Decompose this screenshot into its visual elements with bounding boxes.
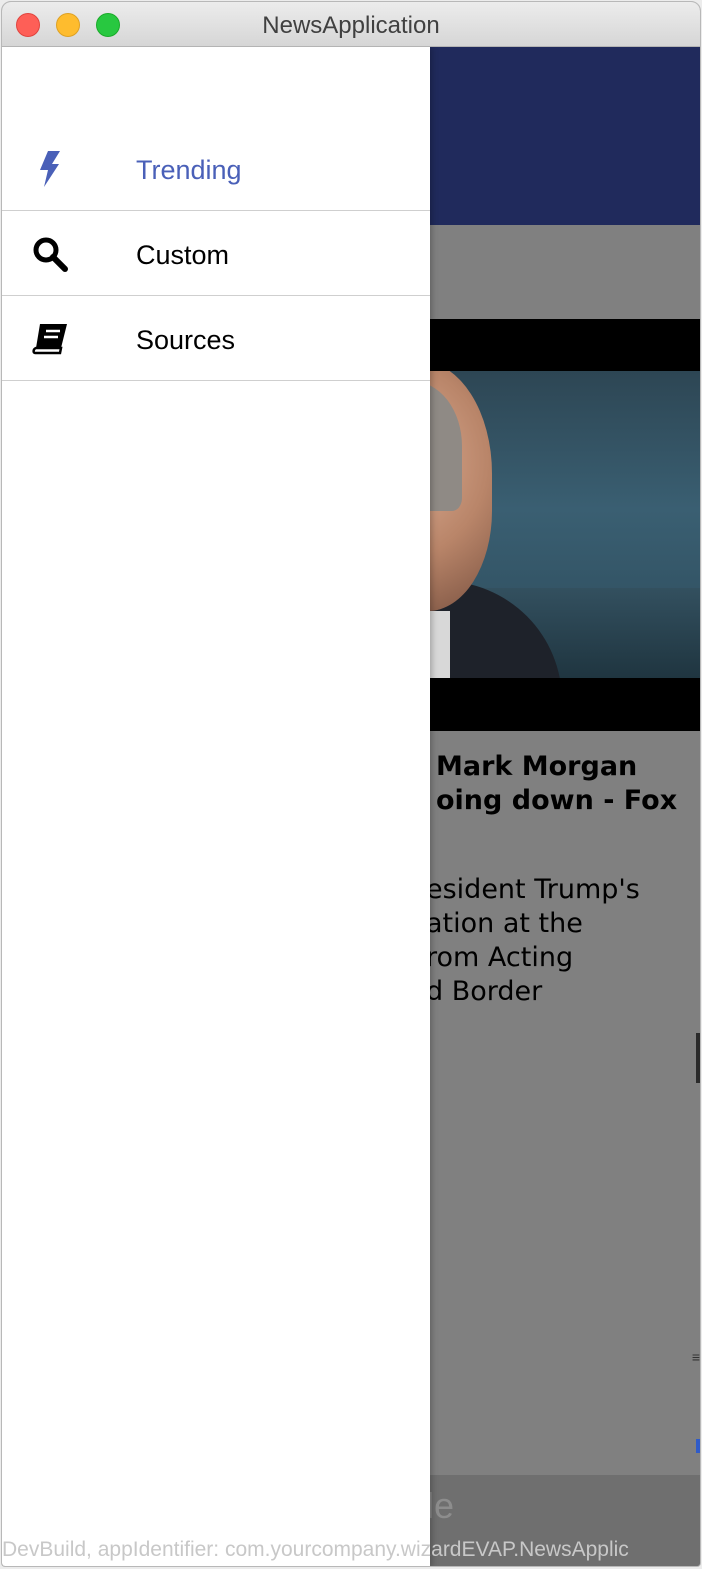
bottom-bar-text: le — [426, 1485, 455, 1526]
drawer-item-label: Trending — [136, 155, 242, 185]
edge-glyph: ≡ — [691, 1349, 700, 1365]
search-icon — [30, 234, 70, 274]
lightning-bolt-icon — [30, 149, 70, 189]
title-bar[interactable]: NewsApplication — [2, 2, 700, 47]
scroll-indicator — [696, 1033, 700, 1083]
main-content: Mark Morgan oing down - Fox esident Trum… — [2, 47, 700, 1566]
article-description: esident Trump's ation at the rom Acting … — [426, 874, 640, 1007]
drawer-item-custom[interactable]: Custom — [2, 212, 430, 296]
build-watermark: DevBuild, appIdentifier: com.yourcompany… — [2, 1538, 629, 1561]
book-icon — [30, 319, 70, 359]
window-title: NewsApplication — [262, 12, 440, 39]
drawer-item-label: Sources — [136, 325, 236, 355]
app-window: NewsApplication Mark Morgan oing down - … — [1, 1, 701, 1567]
drawer-item-trending[interactable]: Trending — [2, 127, 430, 211]
navigation-drawer: Trending Custom Sources — [2, 47, 430, 1566]
article-headline[interactable]: Mark Morgan oing down - Fox — [436, 750, 696, 818]
drawer-item-sources[interactable]: Sources — [2, 297, 430, 381]
edge-link-fragment — [696, 1439, 700, 1453]
drawer-item-label: Custom — [136, 240, 230, 270]
